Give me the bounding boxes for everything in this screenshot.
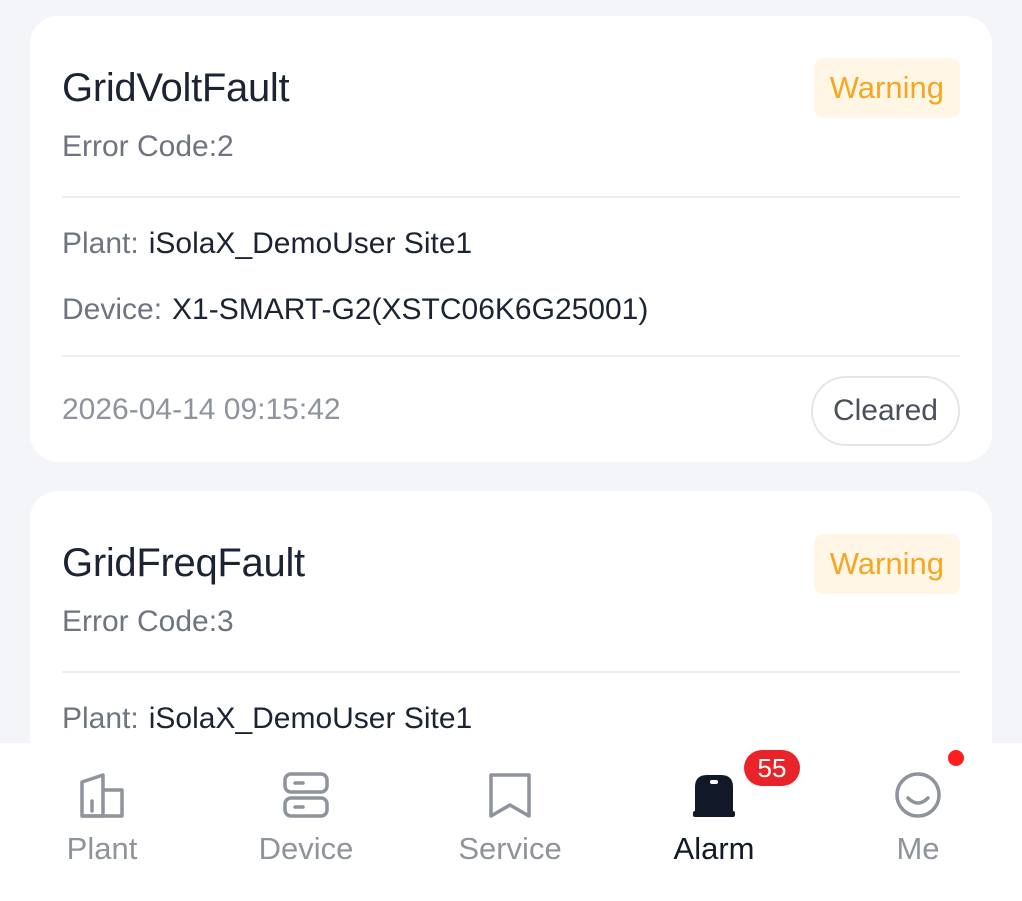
alarm-card[interactable]: GridVoltFault Warning Error Code:2 Plant… [30, 16, 992, 462]
plant-value: iSolaX_DemoUser Site1 [148, 702, 473, 735]
tab-plant[interactable]: Plant [0, 743, 204, 901]
plant-label: Plant: [62, 702, 139, 735]
alarm-count-badge: 55 [744, 750, 800, 786]
divider [62, 196, 960, 198]
alarm-timestamp: 2026-04-14 09:15:42 [62, 393, 341, 426]
tab-me[interactable]: Me [816, 743, 1020, 901]
notification-dot [948, 750, 964, 766]
device-value: X1-SMART-G2(XSTC06K6G25001) [172, 293, 649, 326]
alarm-title: GridFreqFault [62, 541, 305, 585]
alarm-title: GridVoltFault [62, 66, 290, 110]
divider [62, 671, 960, 673]
plant-icon [77, 771, 127, 824]
tab-label: Plant [66, 831, 138, 866]
tab-service[interactable]: Service [408, 743, 612, 901]
alarm-level-badge: Warning [813, 58, 960, 118]
bottom-tab-bar: Plant Device Service Alarm Me [0, 743, 1022, 901]
me-icon [893, 771, 943, 824]
plant-row: Plant: iSolaX_DemoUser Site1 [62, 227, 472, 261]
tab-label: Service [458, 831, 562, 866]
plant-value: iSolaX_DemoUser Site1 [148, 227, 473, 260]
alarm-icon [689, 771, 739, 824]
tab-label: Alarm [673, 831, 755, 866]
service-icon [485, 771, 535, 824]
error-code: Error Code:2 [62, 130, 234, 163]
cleared-status-button[interactable]: Cleared [810, 376, 960, 446]
device-icon [281, 771, 331, 824]
device-row: Device: X1-SMART-G2(XSTC06K6G25001) [62, 293, 648, 327]
tab-label: Device [258, 831, 354, 866]
tab-device[interactable]: Device [204, 743, 408, 901]
tab-label: Me [896, 831, 940, 866]
device-label: Device: [62, 293, 163, 326]
alarm-level-badge: Warning [813, 534, 960, 594]
plant-label: Plant: [62, 227, 139, 260]
alarm-list-screen: GridVoltFault Warning Error Code:2 Plant… [0, 0, 1022, 901]
plant-row: Plant: iSolaX_DemoUser Site1 [62, 702, 472, 736]
error-code: Error Code:3 [62, 605, 234, 638]
divider [62, 355, 960, 357]
